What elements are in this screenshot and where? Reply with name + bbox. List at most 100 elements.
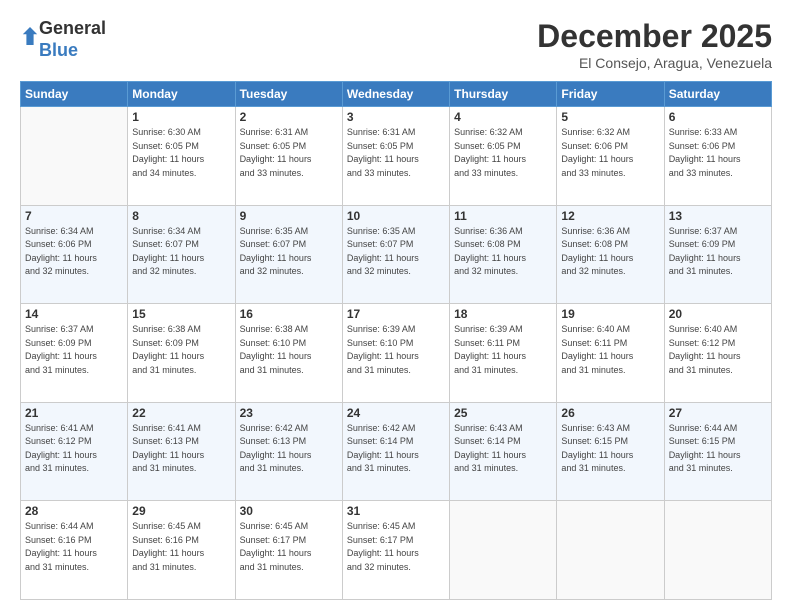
weekday-header-tuesday: Tuesday	[235, 82, 342, 107]
day-info: Sunrise: 6:45 AMSunset: 6:17 PMDaylight:…	[347, 520, 445, 574]
day-number: 9	[240, 209, 338, 223]
calendar-cell: 5Sunrise: 6:32 AMSunset: 6:06 PMDaylight…	[557, 107, 664, 206]
day-number: 15	[132, 307, 230, 321]
weekday-header-friday: Friday	[557, 82, 664, 107]
calendar-week-row: 14 Sunrise: 6:37 AMSunset: 6:09 PMDayligh…	[21, 304, 772, 403]
calendar-cell: 27 Sunrise: 6:44 AMSunset: 6:15 PMDayligh…	[664, 402, 771, 501]
day-number: 6	[669, 110, 767, 124]
day-info: Sunrise: 6:41 AMSunset: 6:12 PMDaylight:…	[25, 422, 123, 476]
calendar-cell: 9 Sunrise: 6:35 AMSunset: 6:07 PMDaylight…	[235, 205, 342, 304]
day-info: Sunrise: 6:34 AMSunset: 6:07 PMDaylight:…	[132, 225, 230, 279]
day-info: Sunrise: 6:30 AMSunset: 6:05 PMDaylight:…	[132, 126, 230, 180]
day-number: 20	[669, 307, 767, 321]
weekday-header-wednesday: Wednesday	[342, 82, 449, 107]
day-info: Sunrise: 6:45 AMSunset: 6:16 PMDaylight:…	[132, 520, 230, 574]
calendar-cell: 22 Sunrise: 6:41 AMSunset: 6:13 PMDayligh…	[128, 402, 235, 501]
day-number: 4	[454, 110, 552, 124]
calendar-cell: 21 Sunrise: 6:41 AMSunset: 6:12 PMDayligh…	[21, 402, 128, 501]
calendar-cell: 25 Sunrise: 6:43 AMSunset: 6:14 PMDayligh…	[450, 402, 557, 501]
calendar-cell: 28 Sunrise: 6:44 AMSunset: 6:16 PMDayligh…	[21, 501, 128, 600]
calendar-cell: 18Sunrise: 6:39 AMSunset: 6:11 PMDayligh…	[450, 304, 557, 403]
calendar-cell	[557, 501, 664, 600]
day-info: Sunrise: 6:34 AMSunset: 6:06 PMDaylight:…	[25, 225, 123, 279]
weekday-header-sunday: Sunday	[21, 82, 128, 107]
calendar-week-row: 21 Sunrise: 6:41 AMSunset: 6:12 PMDayligh…	[21, 402, 772, 501]
calendar-table: SundayMondayTuesdayWednesdayThursdayFrid…	[20, 81, 772, 600]
calendar-cell: 2Sunrise: 6:31 AMSunset: 6:05 PMDaylight…	[235, 107, 342, 206]
calendar-cell	[450, 501, 557, 600]
month-title: December 2025	[537, 18, 772, 55]
calendar-cell: 17Sunrise: 6:39 AMSunset: 6:10 PMDayligh…	[342, 304, 449, 403]
day-info: Sunrise: 6:38 AMSunset: 6:09 PMDaylight:…	[132, 323, 230, 377]
day-number: 10	[347, 209, 445, 223]
day-number: 23	[240, 406, 338, 420]
day-info: Sunrise: 6:36 AMSunset: 6:08 PMDaylight:…	[561, 225, 659, 279]
day-info: Sunrise: 6:44 AMSunset: 6:16 PMDaylight:…	[25, 520, 123, 574]
calendar-cell: 1 Sunrise: 6:30 AMSunset: 6:05 PMDaylight…	[128, 107, 235, 206]
day-info: Sunrise: 6:37 AMSunset: 6:09 PMDaylight:…	[669, 225, 767, 279]
calendar-cell: 4Sunrise: 6:32 AMSunset: 6:05 PMDaylight…	[450, 107, 557, 206]
day-number: 31	[347, 504, 445, 518]
calendar-week-row: 1 Sunrise: 6:30 AMSunset: 6:05 PMDaylight…	[21, 107, 772, 206]
calendar-cell: 31 Sunrise: 6:45 AMSunset: 6:17 PMDayligh…	[342, 501, 449, 600]
day-number: 28	[25, 504, 123, 518]
day-number: 25	[454, 406, 552, 420]
logo-blue: Blue	[39, 40, 78, 60]
day-info: Sunrise: 6:44 AMSunset: 6:15 PMDaylight:…	[669, 422, 767, 476]
day-number: 19	[561, 307, 659, 321]
day-number: 11	[454, 209, 552, 223]
calendar-cell: 29 Sunrise: 6:45 AMSunset: 6:16 PMDayligh…	[128, 501, 235, 600]
calendar-cell	[664, 501, 771, 600]
day-info: Sunrise: 6:31 AMSunset: 6:05 PMDaylight:…	[240, 126, 338, 180]
calendar-cell: 20 Sunrise: 6:40 AMSunset: 6:12 PMDayligh…	[664, 304, 771, 403]
calendar-cell: 26 Sunrise: 6:43 AMSunset: 6:15 PMDayligh…	[557, 402, 664, 501]
calendar-cell: 14 Sunrise: 6:37 AMSunset: 6:09 PMDayligh…	[21, 304, 128, 403]
logo-general: General	[39, 18, 106, 38]
day-number: 13	[669, 209, 767, 223]
day-number: 18	[454, 307, 552, 321]
calendar-cell: 7Sunrise: 6:34 AMSunset: 6:06 PMDaylight…	[21, 205, 128, 304]
day-info: Sunrise: 6:37 AMSunset: 6:09 PMDaylight:…	[25, 323, 123, 377]
title-block: December 2025 El Consejo, Aragua, Venezu…	[537, 18, 772, 71]
day-number: 1	[132, 110, 230, 124]
day-info: Sunrise: 6:35 AMSunset: 6:07 PMDaylight:…	[240, 225, 338, 279]
weekday-header-saturday: Saturday	[664, 82, 771, 107]
day-info: Sunrise: 6:36 AMSunset: 6:08 PMDaylight:…	[454, 225, 552, 279]
day-number: 8	[132, 209, 230, 223]
weekday-header-row: SundayMondayTuesdayWednesdayThursdayFrid…	[21, 82, 772, 107]
calendar-cell: 19 Sunrise: 6:40 AMSunset: 6:11 PMDayligh…	[557, 304, 664, 403]
day-number: 24	[347, 406, 445, 420]
day-info: Sunrise: 6:35 AMSunset: 6:07 PMDaylight:…	[347, 225, 445, 279]
day-number: 27	[669, 406, 767, 420]
day-number: 29	[132, 504, 230, 518]
calendar-cell	[21, 107, 128, 206]
day-number: 22	[132, 406, 230, 420]
calendar-cell: 15 Sunrise: 6:38 AMSunset: 6:09 PMDayligh…	[128, 304, 235, 403]
day-number: 14	[25, 307, 123, 321]
day-number: 30	[240, 504, 338, 518]
calendar-cell: 16Sunrise: 6:38 AMSunset: 6:10 PMDayligh…	[235, 304, 342, 403]
weekday-header-monday: Monday	[128, 82, 235, 107]
logo-icon	[21, 25, 39, 47]
calendar-cell: 24 Sunrise: 6:42 AMSunset: 6:14 PMDayligh…	[342, 402, 449, 501]
logo-text: General Blue	[39, 18, 106, 61]
day-info: Sunrise: 6:45 AMSunset: 6:17 PMDaylight:…	[240, 520, 338, 574]
calendar-week-row: 28 Sunrise: 6:44 AMSunset: 6:16 PMDayligh…	[21, 501, 772, 600]
day-info: Sunrise: 6:40 AMSunset: 6:11 PMDaylight:…	[561, 323, 659, 377]
calendar-cell: 6Sunrise: 6:33 AMSunset: 6:06 PMDaylight…	[664, 107, 771, 206]
day-number: 16	[240, 307, 338, 321]
day-info: Sunrise: 6:43 AMSunset: 6:14 PMDaylight:…	[454, 422, 552, 476]
day-info: Sunrise: 6:43 AMSunset: 6:15 PMDaylight:…	[561, 422, 659, 476]
calendar-cell: 8 Sunrise: 6:34 AMSunset: 6:07 PMDaylight…	[128, 205, 235, 304]
header: General Blue December 2025 El Consejo, A…	[20, 18, 772, 71]
day-info: Sunrise: 6:40 AMSunset: 6:12 PMDaylight:…	[669, 323, 767, 377]
day-info: Sunrise: 6:41 AMSunset: 6:13 PMDaylight:…	[132, 422, 230, 476]
weekday-header-thursday: Thursday	[450, 82, 557, 107]
day-number: 21	[25, 406, 123, 420]
day-info: Sunrise: 6:42 AMSunset: 6:14 PMDaylight:…	[347, 422, 445, 476]
calendar-cell: 3Sunrise: 6:31 AMSunset: 6:05 PMDaylight…	[342, 107, 449, 206]
logo: General Blue	[20, 18, 106, 61]
day-number: 3	[347, 110, 445, 124]
day-number: 26	[561, 406, 659, 420]
calendar-cell: 30 Sunrise: 6:45 AMSunset: 6:17 PMDayligh…	[235, 501, 342, 600]
